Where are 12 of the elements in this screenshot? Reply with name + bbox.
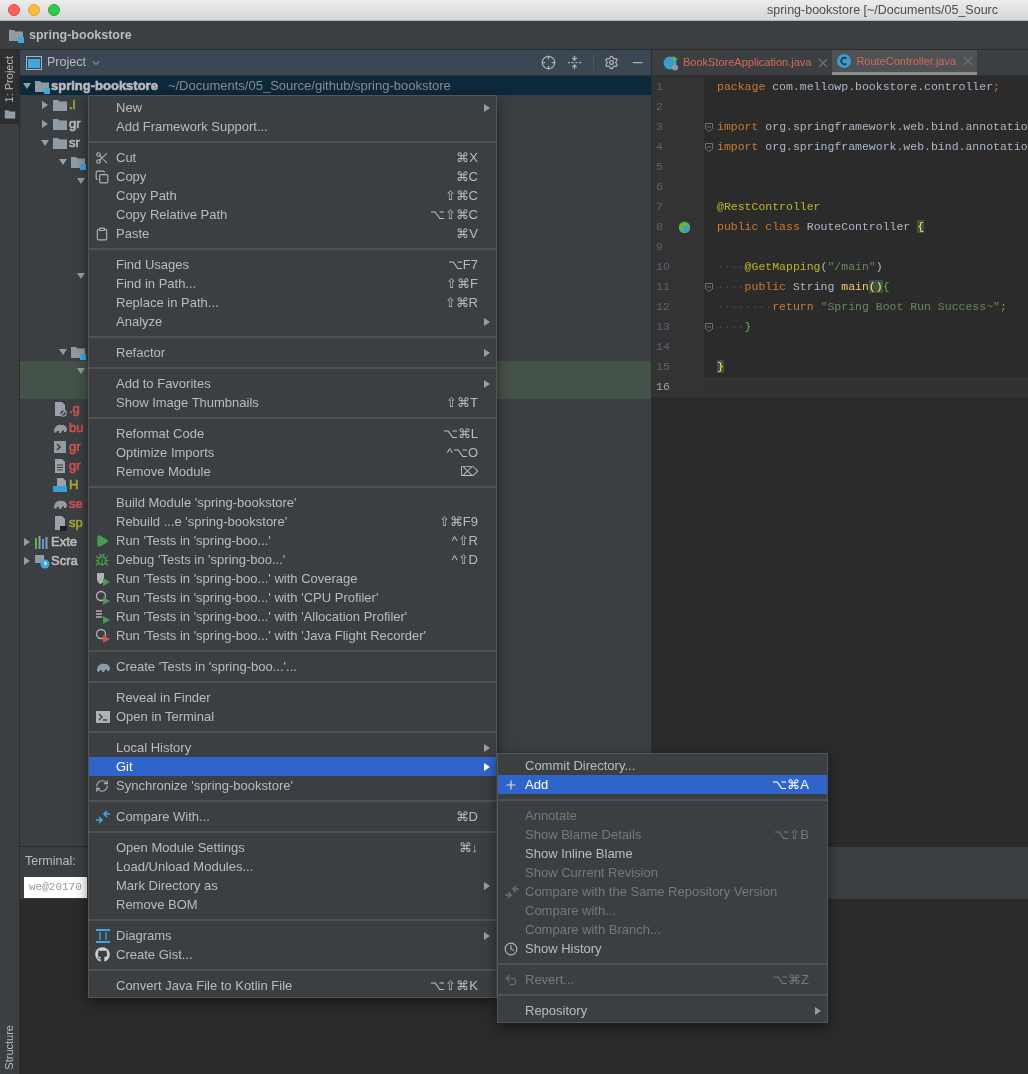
code-line: public class RouteController { xyxy=(716,219,925,236)
code-line: ····} xyxy=(716,319,752,336)
window-title: spring-bookstore [~/Documents/05_Sourc xyxy=(767,1,999,19)
line-number: 16 xyxy=(656,379,671,396)
code-line: ····@GetMapping("/main") xyxy=(716,259,883,276)
code-line: ····public String main(){ xyxy=(716,279,890,296)
code-line: package com.mellowp.bookstore.controller; xyxy=(716,79,1000,96)
code-line: ········return "Spring Boot Run Success~"; xyxy=(716,299,1007,316)
code-line: @RestController xyxy=(716,199,821,216)
panel-title: Terminal: xyxy=(25,852,76,870)
code-line: import org.springframework.web.bind.annotatio xyxy=(716,139,1028,156)
code-line: import org.springframework.web.bind.annotatio xyxy=(716,119,1028,136)
